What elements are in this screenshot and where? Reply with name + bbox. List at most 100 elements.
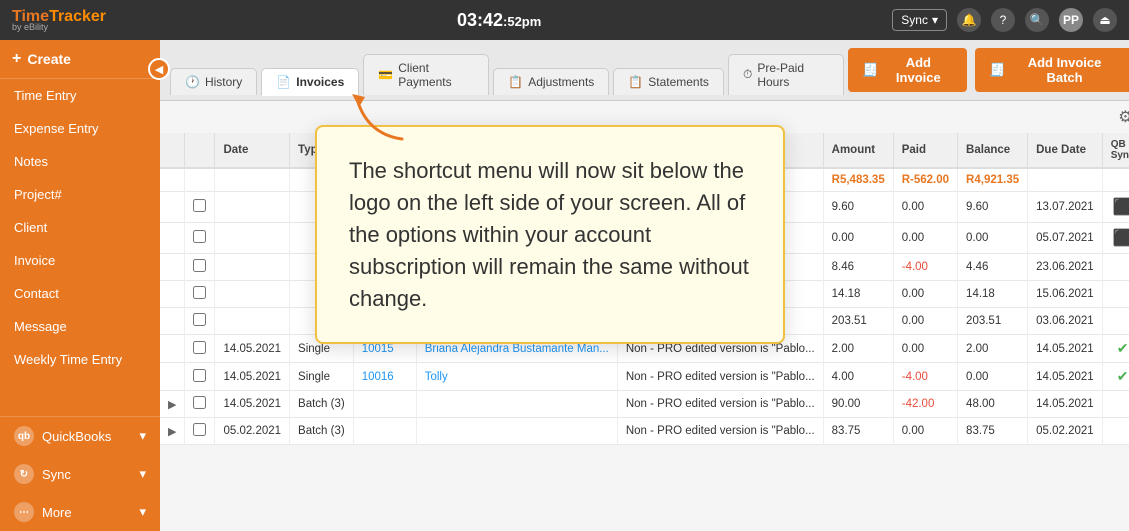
row-expand[interactable]	[160, 335, 185, 363]
search-icon[interactable]: 🔍	[1025, 8, 1049, 32]
row-balance: 9.60	[958, 192, 1028, 223]
row-sync: ✔	[1102, 335, 1129, 363]
row-expand[interactable]	[160, 254, 185, 281]
add-invoice-button[interactable]: 🧾 Add Invoice	[848, 48, 967, 92]
row-due-date: 14.05.2021	[1028, 335, 1103, 363]
help-icon[interactable]: ?	[991, 8, 1015, 32]
col-qb-sync[interactable]: QBSync	[1102, 133, 1129, 168]
tab-statements[interactable]: 📋 Statements	[613, 68, 724, 95]
add-invoice-batch-button[interactable]: 🧾 Add Invoice Batch	[975, 48, 1129, 92]
tab-adjustments[interactable]: 📋 Adjustments	[493, 68, 609, 95]
row-balance: 203.51	[958, 308, 1028, 335]
col-amount[interactable]: Amount	[823, 133, 893, 168]
sync-button[interactable]: Sync ▾	[892, 9, 947, 31]
sidebar-item-contact[interactable]: Contact	[0, 277, 160, 310]
topbar-actions: Sync ▾ 🔔 ? 🔍 PP ⏏	[892, 8, 1117, 32]
row-type: Single	[290, 363, 354, 391]
row-client[interactable]: Tolly	[416, 363, 617, 391]
user-avatar[interactable]: PP	[1059, 8, 1083, 32]
row-checkbox[interactable]	[193, 341, 206, 354]
row-checkbox[interactable]	[193, 286, 206, 299]
sidebar-item-sync[interactable]: ↻ Sync ▾	[0, 455, 160, 493]
row-check[interactable]	[185, 391, 215, 418]
stack-sync-icon: ⬛	[1113, 230, 1129, 247]
row-check[interactable]	[185, 418, 215, 445]
col-balance[interactable]: Balance	[958, 133, 1028, 168]
row-check[interactable]	[185, 254, 215, 281]
logout-icon[interactable]: ⏏	[1093, 8, 1117, 32]
row-checkbox[interactable]	[193, 423, 206, 436]
row-checkbox[interactable]	[193, 199, 206, 212]
sidebar-collapse-button[interactable]: ◀	[148, 58, 170, 80]
row-amount: 90.00	[823, 391, 893, 418]
row-date	[215, 281, 290, 308]
row-client[interactable]	[416, 418, 617, 445]
row-due-date: 13.07.2021	[1028, 192, 1103, 223]
history-tab-icon: 🕐	[185, 75, 200, 89]
row-check[interactable]	[185, 308, 215, 335]
row-type: Batch (3)	[290, 391, 354, 418]
sidebar-item-message[interactable]: Message	[0, 310, 160, 343]
add-invoice-batch-icon: 🧾	[989, 62, 1005, 78]
row-paid: 0.00	[893, 192, 957, 223]
row-amount: 203.51	[823, 308, 893, 335]
settings-gear-icon[interactable]: ⚙	[1118, 107, 1129, 127]
row-checkbox[interactable]	[193, 259, 206, 272]
sidebar-item-more[interactable]: ⋯ More ▾	[0, 493, 160, 531]
row-check[interactable]	[185, 281, 215, 308]
create-button[interactable]: + Create	[0, 40, 160, 79]
row-check[interactable]	[185, 335, 215, 363]
row-paid: 0.00	[893, 308, 957, 335]
col-check	[185, 133, 215, 168]
sidebar-item-quickbooks[interactable]: qb QuickBooks ▾	[0, 417, 160, 455]
row-amount: 9.60	[823, 192, 893, 223]
sidebar-item-expense-entry[interactable]: Expense Entry	[0, 112, 160, 145]
row-balance: 83.75	[958, 418, 1028, 445]
col-due-date[interactable]: Due Date	[1028, 133, 1103, 168]
tab-history[interactable]: 🕐 History	[170, 68, 257, 95]
current-time: 03:42:52pm	[457, 10, 541, 31]
col-paid[interactable]: Paid	[893, 133, 957, 168]
row-checkbox[interactable]	[193, 313, 206, 326]
sidebar-item-project[interactable]: Project#	[0, 178, 160, 211]
row-paid: -4.00	[893, 254, 957, 281]
summary-expand	[160, 168, 185, 192]
tab-prepaid-hours[interactable]: ⏱ Pre-Paid Hours	[728, 54, 844, 95]
row-expand[interactable]	[160, 281, 185, 308]
row-expand[interactable]	[160, 308, 185, 335]
row-sync	[1102, 308, 1129, 335]
row-checkbox[interactable]	[193, 396, 206, 409]
add-invoice-batch-label: Add Invoice Batch	[1010, 55, 1118, 85]
statements-tab-label: Statements	[648, 75, 709, 89]
sidebar-item-notes[interactable]: Notes	[0, 145, 160, 178]
prepaid-hours-tab-icon: ⏱	[743, 67, 752, 82]
row-due-date: 14.05.2021	[1028, 391, 1103, 418]
row-expand[interactable]	[160, 363, 185, 391]
col-date[interactable]: Date	[215, 133, 290, 168]
tab-invoices[interactable]: 📄 Invoices	[261, 68, 359, 96]
notifications-icon[interactable]: 🔔	[957, 8, 981, 32]
row-invoice	[353, 391, 416, 418]
sidebar-item-time-entry[interactable]: Time Entry	[0, 79, 160, 112]
row-checkbox[interactable]	[193, 369, 206, 382]
row-due-date: 15.06.2021	[1028, 281, 1103, 308]
row-checkbox[interactable]	[193, 230, 206, 243]
expand-button[interactable]: ▶	[168, 425, 176, 438]
adjustments-tab-label: Adjustments	[528, 75, 594, 89]
row-expand[interactable]: ▶	[160, 391, 185, 418]
sidebar-item-weekly-time-entry[interactable]: Weekly Time Entry	[0, 343, 160, 376]
sidebar-item-client[interactable]: Client	[0, 211, 160, 244]
row-client[interactable]	[416, 391, 617, 418]
row-sync	[1102, 281, 1129, 308]
arrow-svg	[347, 89, 417, 144]
sidebar-item-invoice[interactable]: Invoice	[0, 244, 160, 277]
summary-due-date	[1028, 168, 1103, 192]
row-check[interactable]	[185, 223, 215, 254]
row-date	[215, 223, 290, 254]
row-expand[interactable]	[160, 223, 185, 254]
row-check[interactable]	[185, 192, 215, 223]
row-expand[interactable]: ▶	[160, 418, 185, 445]
expand-button[interactable]: ▶	[168, 398, 176, 411]
row-expand[interactable]	[160, 192, 185, 223]
row-check[interactable]	[185, 363, 215, 391]
